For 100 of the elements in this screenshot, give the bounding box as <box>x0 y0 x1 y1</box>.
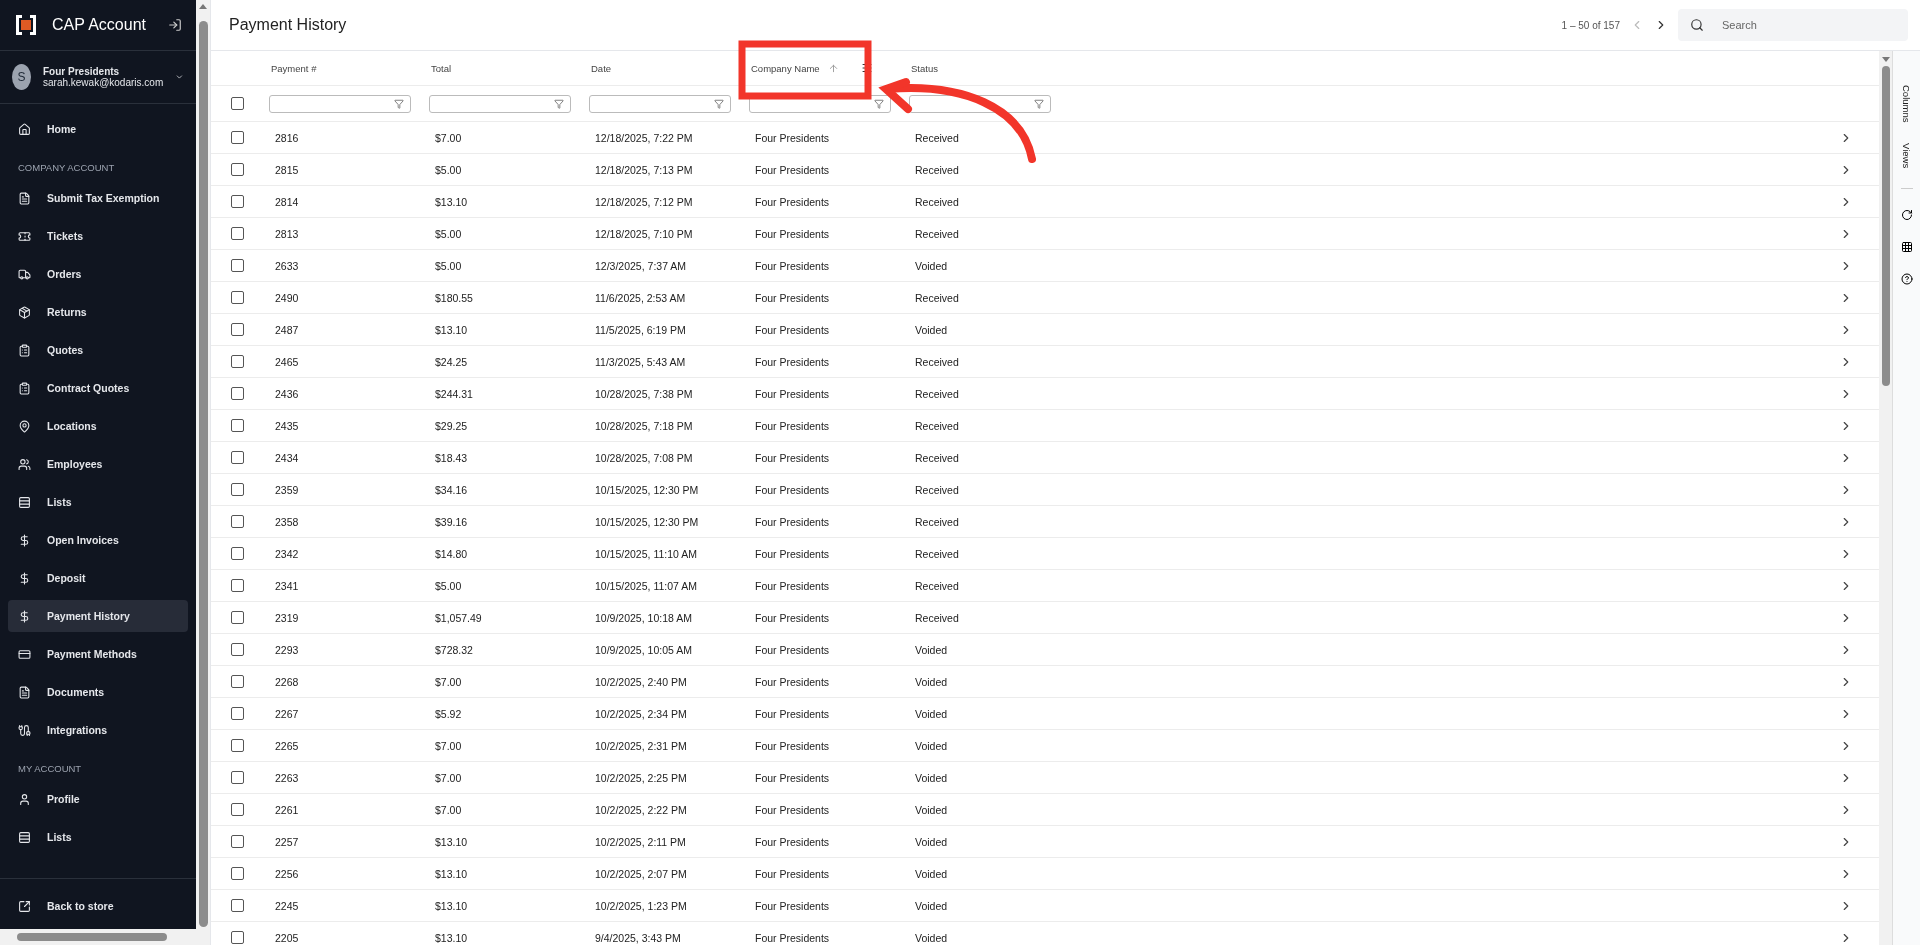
sidebar-item[interactable]: Submit Tax Exemption <box>8 182 188 214</box>
column-header[interactable]: Status <box>903 62 1063 74</box>
table-cell-text: Voided <box>914 771 949 784</box>
table-cell-text: Voided <box>914 867 949 880</box>
filter-field[interactable] <box>269 94 411 113</box>
help-icon[interactable] <box>1900 272 1913 285</box>
row-checkbox[interactable] <box>230 323 244 336</box>
sidebar-item[interactable]: Quotes <box>8 334 188 366</box>
row-checkbox[interactable] <box>230 291 244 304</box>
row-checkbox[interactable] <box>230 579 244 592</box>
filter-icon <box>394 98 404 109</box>
horizontal-scrollbar[interactable] <box>0 929 196 945</box>
vertical-scrollbar[interactable] <box>196 0 210 945</box>
table-cell-text: Received <box>914 355 960 368</box>
search-field[interactable]: Search <box>1678 9 1908 41</box>
table-cell-text: $5.00 <box>434 579 463 592</box>
column-header[interactable]: Payment # <box>263 62 423 74</box>
table-cell-text: Four Presidents <box>754 483 831 496</box>
table-cell-text: 2342 <box>274 547 300 560</box>
sidebar-item[interactable]: Open Invoices <box>8 524 188 556</box>
table-cell-text: Received <box>914 195 960 208</box>
row-checkbox[interactable] <box>230 835 244 848</box>
table-cell-text: 10/15/2025, 12:30 PM <box>594 515 700 528</box>
row-checkbox[interactable] <box>230 675 244 688</box>
row-checkbox[interactable] <box>230 803 244 816</box>
table-cell-text: Four Presidents <box>754 579 831 592</box>
sidebar-item[interactable]: Lists <box>8 821 188 853</box>
table-cell-text: $18.43 <box>434 451 469 464</box>
row-checkbox[interactable] <box>230 483 244 496</box>
back-link[interactable]: Back to store <box>8 890 188 922</box>
table-cell-text: Voided <box>914 739 949 752</box>
table-cell-text: $13.10 <box>434 835 469 848</box>
collapse-icon[interactable] <box>168 18 182 32</box>
row-checkbox[interactable] <box>230 355 244 368</box>
table-cell-text: $13.10 <box>434 323 469 336</box>
row-checkbox[interactable] <box>230 131 244 144</box>
row-checkbox[interactable] <box>230 451 244 464</box>
row-checkbox[interactable] <box>230 643 244 656</box>
sidebar-item[interactable]: Profile <box>8 783 188 815</box>
row-checkbox[interactable] <box>230 387 244 400</box>
row-checkbox[interactable] <box>230 195 244 208</box>
row-checkbox[interactable] <box>230 259 244 272</box>
table-cell-text: $24.25 <box>434 355 469 368</box>
sidebar-item[interactable]: Payment History <box>8 600 188 632</box>
table-cell-text: $5.00 <box>434 163 463 176</box>
logo-icon <box>14 13 38 37</box>
row-checkbox[interactable] <box>230 931 244 944</box>
table-cell-text: Received <box>914 547 960 560</box>
sidebar-item[interactable]: Returns <box>8 296 188 328</box>
sidebar-item[interactable]: Integrations <box>8 714 188 746</box>
column-header[interactable]: Company Name <box>743 62 903 74</box>
row-checkbox[interactable] <box>230 867 244 880</box>
sidebar-item[interactable]: Orders <box>8 258 188 290</box>
row-checkbox[interactable] <box>230 899 244 912</box>
table-cell-text: 2205 <box>274 931 300 944</box>
sidebar-item[interactable]: Locations <box>8 410 188 442</box>
sidebar-item[interactable]: Documents <box>8 676 188 708</box>
table-cell-text: 10/28/2025, 7:38 PM <box>594 387 694 400</box>
select-all-checkbox[interactable] <box>230 97 244 110</box>
table-scrollbar[interactable] <box>1879 51 1892 945</box>
table-cell-text: 10/2/2025, 2:25 PM <box>594 771 688 784</box>
column-header[interactable]: Total <box>423 62 583 74</box>
row-checkbox[interactable] <box>230 227 244 240</box>
table-cell-text: 10/28/2025, 7:08 PM <box>594 451 694 464</box>
table-cell-text: Four Presidents <box>754 387 831 400</box>
table-cell-text: 2633 <box>274 259 300 272</box>
refresh-icon[interactable] <box>1900 208 1913 221</box>
row-checkbox[interactable] <box>230 771 244 784</box>
row-checkbox[interactable] <box>230 515 244 528</box>
side-tab[interactable]: Columns <box>1901 85 1912 123</box>
sidebar-item[interactable]: Contract Quotes <box>8 372 188 404</box>
table-cell-text: 2465 <box>274 355 300 368</box>
filter-field[interactable] <box>429 94 571 113</box>
sidebar-item[interactable]: Payment Methods <box>8 638 188 670</box>
row-checkbox[interactable] <box>230 739 244 752</box>
table-cell-text: 10/2/2025, 1:23 PM <box>594 899 688 912</box>
side-tab[interactable]: Views <box>1901 142 1912 168</box>
row-checkbox[interactable] <box>230 547 244 560</box>
table-cell-text: Four Presidents <box>754 803 831 816</box>
filter-field[interactable] <box>589 94 731 113</box>
row-checkbox[interactable] <box>230 419 244 432</box>
filter-field[interactable] <box>909 94 1051 113</box>
row-checkbox[interactable] <box>230 163 244 176</box>
sidebar-item[interactable]: Lists <box>8 486 188 518</box>
row-checkbox[interactable] <box>230 611 244 624</box>
table-cell-text: Voided <box>914 675 949 688</box>
table-cell-text: $13.10 <box>434 899 469 912</box>
table-cell-text: Voided <box>914 899 949 912</box>
table-cell-text: 10/2/2025, 2:31 PM <box>594 739 688 752</box>
sidebar-item[interactable]: Tickets <box>8 220 188 252</box>
filter-field[interactable] <box>749 94 891 113</box>
sidebar-item[interactable]: Home <box>8 113 188 145</box>
sidebar-item[interactable]: Deposit <box>8 562 188 594</box>
grid-icon[interactable] <box>1900 240 1913 253</box>
table-cell-text: 2816 <box>274 131 300 144</box>
column-header[interactable]: Date <box>583 62 743 74</box>
table-cell-text: Four Presidents <box>754 131 831 144</box>
table-cell-text: 2293 <box>274 643 300 656</box>
row-checkbox[interactable] <box>230 707 244 720</box>
sidebar-item[interactable]: Employees <box>8 448 188 480</box>
